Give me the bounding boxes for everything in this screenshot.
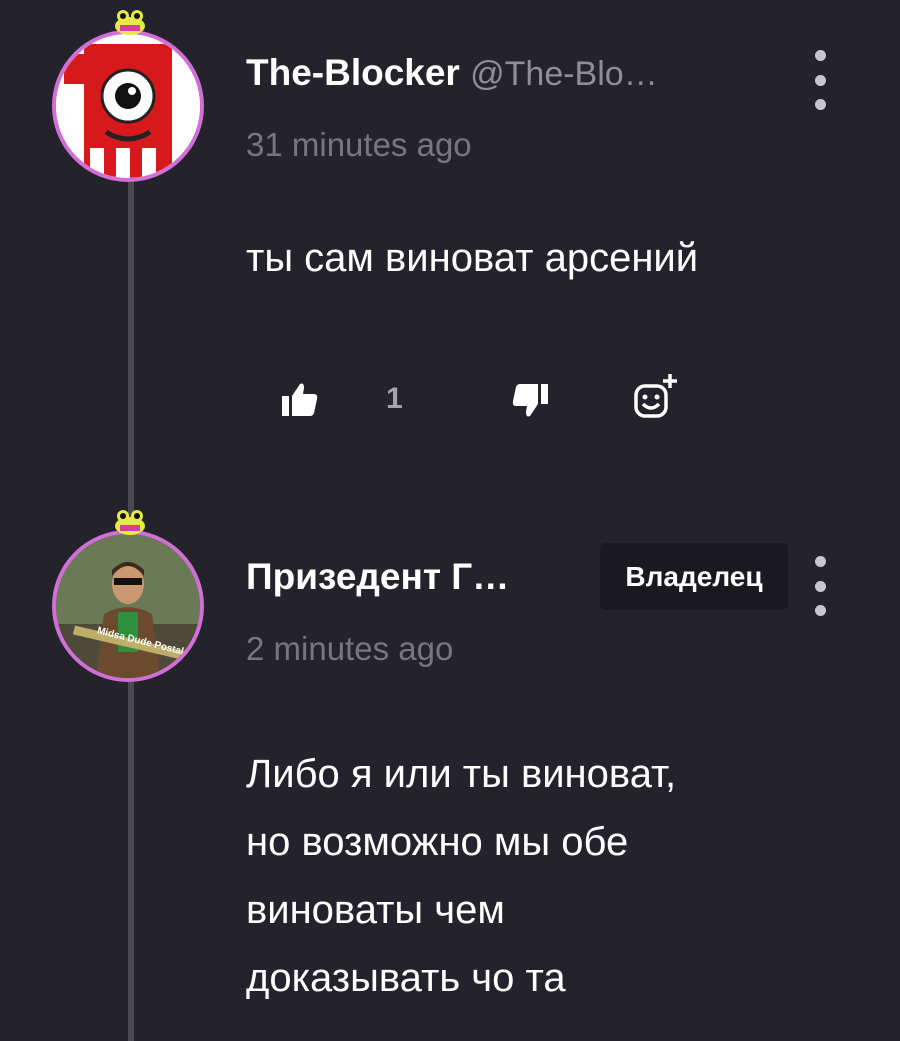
avatar[interactable]: Midsa Dude Postal [52, 510, 212, 682]
comment-text-line: но возможно мы обе [246, 820, 629, 864]
avatar-ring: Midsa Dude Postal [52, 530, 204, 682]
comment-text-line: виноваты чем [246, 888, 505, 932]
comment-text: Либо я или ты виноват, но возможно мы об… [246, 740, 846, 1012]
more-options-button[interactable] [808, 556, 832, 616]
comment-username[interactable]: Призедент Г… [246, 556, 509, 598]
postal-dude-avatar-icon: Midsa Dude Postal [56, 534, 200, 678]
more-dot [814, 580, 826, 592]
owner-badge: Владелец [600, 543, 788, 610]
more-vertical-icon [814, 556, 826, 567]
comment-text-line: Либо я или ты виноват, [246, 752, 677, 796]
comment-2: Midsa Dude Postal Призедент Г… 2 minutes… [0, 0, 900, 1041]
username-text[interactable]: Призедент Г… [246, 556, 509, 597]
comment-text-line: доказывать чо та [246, 956, 566, 1000]
more-dot [814, 605, 826, 616]
frog-badge-icon [115, 510, 145, 535]
comment-timestamp: 2 minutes ago [246, 630, 454, 667]
